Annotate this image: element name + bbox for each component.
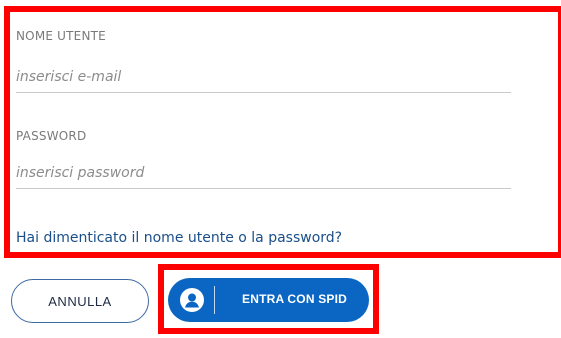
- password-input[interactable]: [16, 158, 511, 189]
- username-label: NOME UTENTE: [16, 29, 106, 43]
- forgot-credentials-link[interactable]: Hai dimenticato il nome utente o la pass…: [16, 230, 342, 246]
- spid-login-button[interactable]: ENTRA CON SPID: [168, 278, 369, 322]
- username-input[interactable]: [16, 62, 511, 93]
- spid-divider: [214, 286, 215, 314]
- cancel-button[interactable]: ANNULLA: [11, 279, 149, 323]
- password-label: PASSWORD: [16, 129, 87, 143]
- login-form-highlight: NOME UTENTE PASSWORD Hai dimenticato il …: [4, 6, 561, 258]
- spid-button-label: ENTRA CON SPID: [242, 292, 348, 306]
- login-page: NOME UTENTE PASSWORD Hai dimenticato il …: [0, 0, 561, 338]
- user-icon: [180, 288, 204, 312]
